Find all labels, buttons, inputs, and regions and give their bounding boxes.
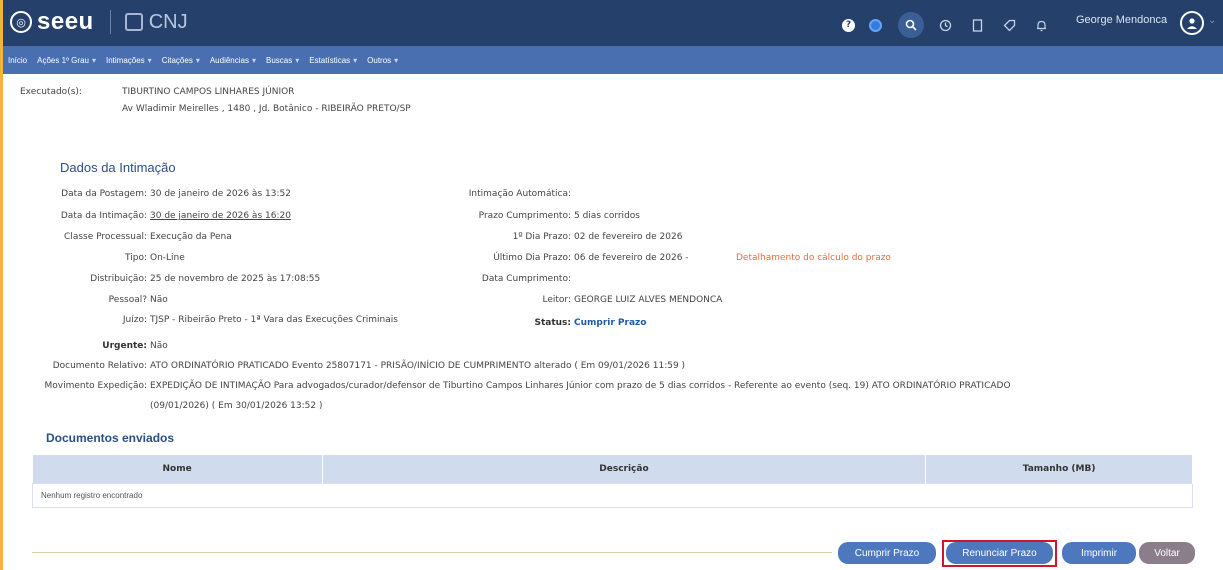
label-data-intimacao: Data da Intimação:	[60, 211, 147, 221]
section-title-dados: Dados da Intimação	[60, 160, 176, 175]
executado-address: Av Wladimir Meirelles , 1480 , Jd. Botân…	[122, 104, 411, 114]
search-icon[interactable]	[898, 12, 924, 38]
status-badge: Cumprir Prazo	[574, 318, 647, 328]
chevron-down-icon[interactable]: ⌄	[1208, 15, 1216, 26]
main-menu: Início Ações 1º Grau ▾ Intimações ▾ Citaçõ…	[0, 46, 1223, 74]
renunciar-prazo-button[interactable]: Renunciar Prazo	[946, 542, 1053, 564]
value-data-intimacao: 30 de janeiro de 2026 às 16:20	[150, 211, 291, 221]
column-header-descricao[interactable]: Descrição	[322, 455, 927, 483]
menu-item-label: Citações	[161, 55, 193, 65]
value-data-postagem: 30 de janeiro de 2026 às 13:52	[150, 189, 291, 199]
cnj-logo-text: CNJ	[148, 11, 188, 33]
menu-item-label: Buscas	[265, 55, 293, 65]
history-icon[interactable]	[934, 14, 956, 36]
value-urgente: Não	[150, 341, 168, 351]
label-documento-relativo: Documento Relativo:	[52, 361, 147, 371]
seeu-logo-icon: ◎	[10, 11, 32, 33]
user-avatar-icon[interactable]	[1180, 11, 1204, 35]
value-juizo: TJSP - Ribeirão Preto - 1ª Vara das Exec…	[150, 315, 398, 325]
top-icon-bar: ?	[842, 12, 1062, 38]
caret-down-icon: ▾	[91, 55, 96, 65]
value-ultimo-dia-prazo: 06 de fevereiro de 2026 -	[574, 253, 689, 263]
label-classe-processual: Classe Processual:	[64, 232, 147, 242]
menu-item-label: Início	[8, 55, 28, 65]
value-documento-relativo: ATO ORDINATÓRIO PRATICADO Evento 2580717…	[150, 361, 686, 371]
value-prazo-cumprimento: 5 dias corridos	[574, 211, 640, 221]
label-leitor: Leitor:	[542, 295, 571, 305]
menu-item-buscas[interactable]: Buscas ▾	[266, 56, 299, 65]
caret-down-icon: ▾	[394, 55, 399, 65]
notification-bell-icon[interactable]	[1030, 14, 1052, 36]
menu-item-intimacoes[interactable]: Intimações ▾	[106, 56, 152, 65]
bookmark-icon[interactable]	[966, 14, 988, 36]
label-juizo: Juízo:	[122, 315, 147, 325]
cumprir-prazo-button[interactable]: Cumprir Prazo	[838, 542, 936, 564]
value-primeiro-dia-prazo: 02 de fevereiro de 2026	[574, 232, 683, 242]
caret-down-icon: ▾	[295, 55, 300, 65]
column-header-tamanho[interactable]: Tamanho (MB)	[925, 455, 1193, 483]
caret-down-icon: ▾	[251, 55, 256, 65]
label-status: Status:	[534, 318, 571, 328]
help-icon[interactable]: ?	[842, 18, 855, 32]
seeu-logo-text: seeu	[37, 8, 94, 35]
top-bar: ◎ seeu CNJ ? George Mendonca ⌄	[0, 0, 1223, 570]
caret-down-icon: ▾	[147, 55, 152, 65]
value-tipo: On-Line	[150, 253, 185, 263]
imprimir-button[interactable]: Imprimir	[1062, 542, 1136, 564]
user-name[interactable]: George Mendonca	[1076, 14, 1167, 26]
page-left-border	[0, 0, 3, 570]
label-distribuicao: Distribuição:	[90, 274, 147, 284]
menu-item-outros[interactable]: Outros ▾	[367, 56, 398, 65]
menu-item-label: Intimações	[105, 55, 145, 65]
executado-label: Executado(s):	[20, 87, 82, 97]
value-movimento-expedicao: EXPEDIÇÃO DE INTIMAÇÃO Para advogados/cu…	[150, 381, 1011, 391]
menu-item-acoes-1-grau[interactable]: Ações 1º Grau ▾	[37, 56, 96, 65]
value-distribuicao: 25 de novembro de 2025 às 17:08:55	[150, 274, 321, 284]
label-intimacao-automatica: Intimação Automática:	[468, 189, 571, 199]
label-data-postagem: Data da Postagem:	[61, 189, 147, 199]
label-tipo: Tipo:	[125, 253, 147, 263]
brand-divider	[109, 10, 111, 34]
menu-item-label: Ações 1º Grau	[37, 55, 89, 65]
value-movimento-expedicao-cont: (09/01/2026) ( Em 30/01/2026 13:52 )	[150, 401, 323, 411]
caret-down-icon: ▾	[195, 55, 200, 65]
detalhamento-calculo-link[interactable]: Detalhamento do cálculo do prazo	[736, 253, 891, 263]
menu-item-audiencias[interactable]: Audiências ▾	[210, 56, 256, 65]
menu-item-label: Estatísticas	[309, 55, 351, 65]
label-pessoal: Pessoal?	[108, 295, 147, 305]
menu-item-inicio[interactable]: Início	[8, 56, 27, 65]
label-prazo-cumprimento: Prazo Cumprimento:	[478, 211, 571, 221]
menu-item-label: Outros	[367, 55, 392, 65]
voltar-button[interactable]: Voltar	[1139, 542, 1195, 564]
label-data-cumprimento: Data Cumprimento:	[481, 274, 571, 284]
menu-item-citacoes[interactable]: Citações ▾	[162, 56, 200, 65]
label-movimento-expedicao: Movimento Expedição:	[44, 381, 147, 391]
caret-down-icon: ▾	[353, 55, 358, 65]
section-title-documentos: Documentos enviados	[46, 431, 175, 445]
label-ultimo-dia-prazo: Último Dia Prazo:	[493, 253, 571, 263]
empty-message: Nenhum registro encontrado	[32, 482, 1193, 508]
brand[interactable]: ◎ seeu CNJ	[10, 9, 188, 35]
menu-item-label: Audiências	[209, 55, 249, 65]
value-pessoal: Não	[150, 295, 168, 305]
executado-name: TIBURTINO CAMPOS LINHARES JÚNIOR	[122, 87, 295, 97]
menu-item-estatisticas[interactable]: Estatísticas ▾	[309, 56, 357, 65]
value-classe-processual: Execução da Pena	[150, 232, 232, 242]
theme-toggle-icon[interactable]	[869, 18, 882, 32]
tag-icon[interactable]	[998, 14, 1020, 36]
table-row: Nenhum registro encontrado	[32, 482, 1193, 508]
value-leitor: GEORGE LUIZ ALVES MENDONCA	[574, 295, 723, 305]
footer-divider	[32, 552, 832, 553]
table-header-row: Nome Descrição Tamanho (MB)	[32, 455, 1193, 483]
label-urgente: Urgente:	[102, 341, 147, 351]
documentos-table: Nome Descrição Tamanho (MB) Nenhum regis…	[32, 455, 1193, 508]
column-header-nome[interactable]: Nome	[32, 455, 323, 483]
cnj-emblem-icon	[124, 13, 143, 31]
label-primeiro-dia-prazo: 1º Dia Prazo:	[512, 232, 571, 242]
